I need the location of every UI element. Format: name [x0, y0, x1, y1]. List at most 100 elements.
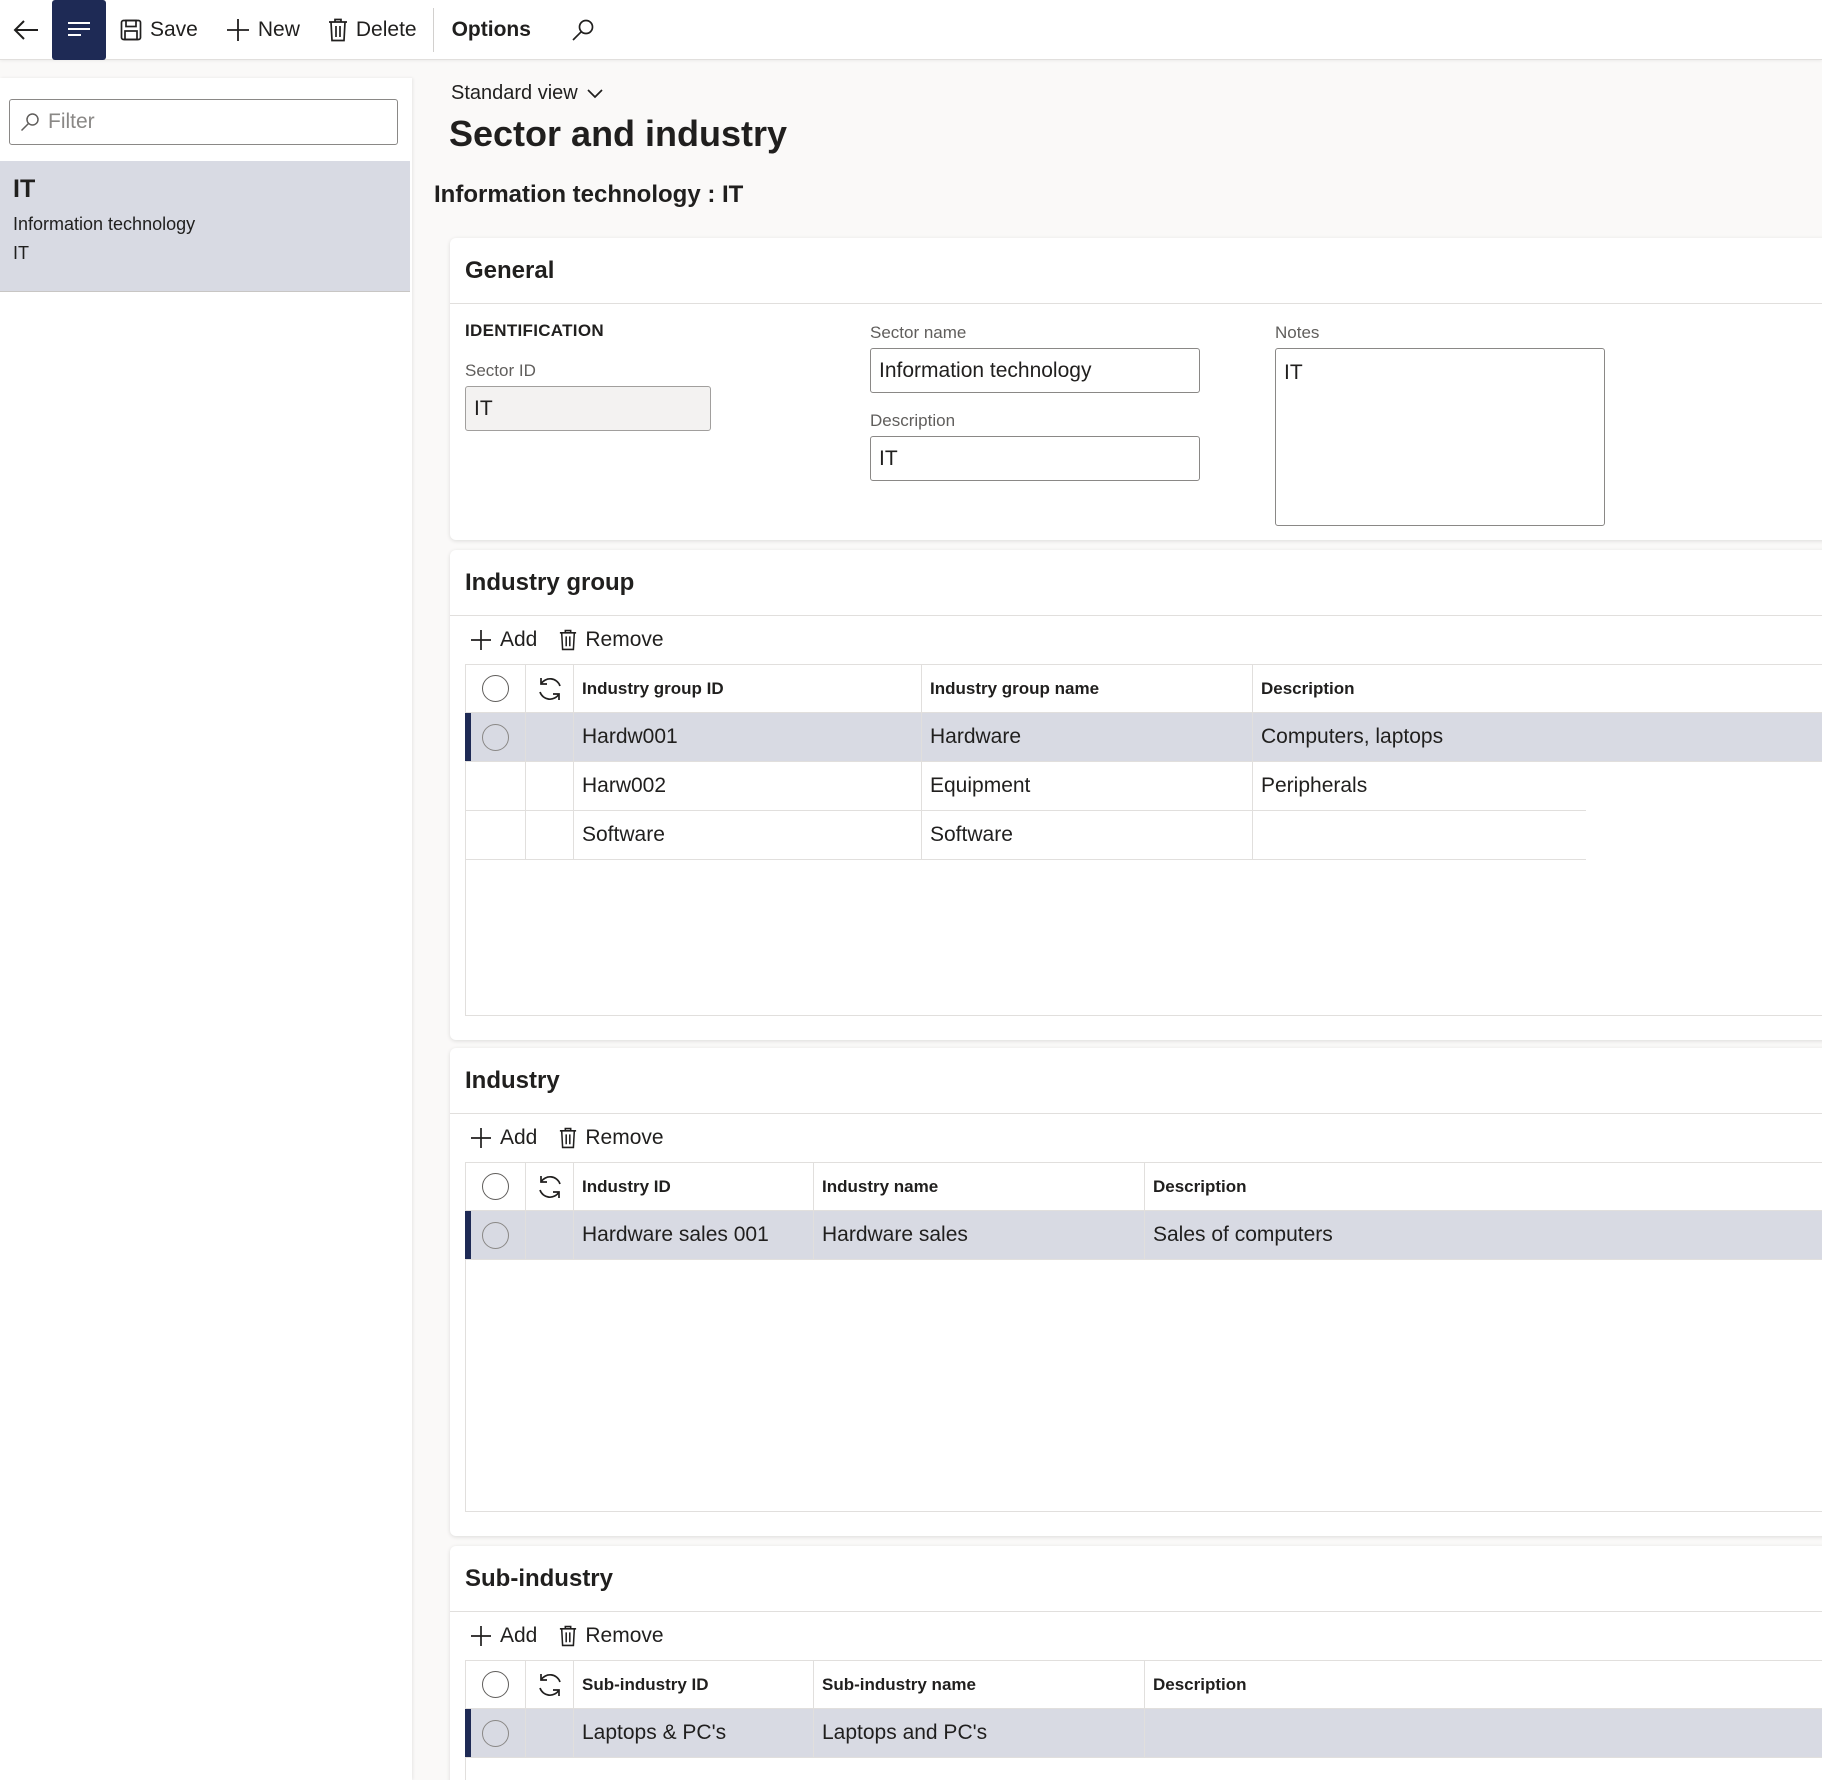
identification-heading: IDENTIFICATION [465, 321, 604, 340]
remove-industry-group-button[interactable]: Remove [559, 628, 664, 652]
description-cell[interactable]: Sales of computers [1145, 1211, 1822, 1259]
table-row[interactable]: Laptops & PC's Laptops and PC's [465, 1709, 1822, 1758]
new-button[interactable]: New [212, 0, 314, 60]
column-header-sub-industry-id[interactable]: Sub-industry ID [574, 1661, 814, 1708]
description-cell[interactable]: Computers, laptops [1253, 713, 1822, 761]
column-header-industry-group-name[interactable]: Industry group name [922, 665, 1253, 712]
notes-field[interactable]: IT [1275, 348, 1605, 526]
column-header-industry-group-id[interactable]: Industry group ID [574, 665, 922, 712]
sector-name-value: Information technology [879, 358, 1092, 382]
page-title: Sector and industry [449, 113, 788, 154]
trash-icon [560, 629, 577, 651]
remove-sub-industry-button[interactable]: Remove [559, 1624, 664, 1648]
refresh-button[interactable] [526, 665, 574, 712]
sub-industry-title: Sub-industry [465, 1564, 613, 1592]
industry-group-grid: Industry group ID Industry group name De… [465, 664, 1822, 1016]
table-row[interactable]: Hardware sales 001 Hardware sales Sales … [465, 1211, 1822, 1260]
industry-name-cell[interactable]: Hardware sales [814, 1211, 1145, 1259]
industry-group-name-cell[interactable]: Software [922, 811, 1253, 859]
sector-name-label: Sector name [870, 323, 967, 342]
sub-industry-id-cell[interactable]: Laptops & PC's [574, 1709, 814, 1757]
row-select-checkbox[interactable] [466, 713, 526, 761]
notes-value: IT [1284, 361, 1303, 384]
refresh-button[interactable] [526, 1661, 574, 1708]
add-industry-button[interactable]: Add [470, 1126, 537, 1150]
refresh-icon [538, 677, 561, 700]
save-label: Save [150, 17, 198, 41]
refresh-button[interactable] [526, 1163, 574, 1210]
industry-group-id-cell[interactable]: Hardw001 [574, 713, 922, 761]
industry-group-title: Industry group [465, 568, 635, 596]
row-spacer [526, 811, 574, 859]
description-label: Description [870, 411, 956, 430]
sector-name-field[interactable]: Information technology [870, 348, 1200, 393]
row-select-checkbox[interactable] [466, 762, 526, 810]
search-button[interactable] [547, 0, 619, 60]
table-row[interactable]: Harw002 Equipment Peripherals [466, 762, 1586, 811]
description-cell[interactable] [1253, 811, 1583, 859]
list-item-description: IT [13, 243, 29, 263]
options-tab[interactable]: Options [436, 0, 547, 60]
industry-fasttab: Industry Add Remove Industry ID Industry… [450, 1048, 1822, 1536]
description-cell[interactable]: Peripherals [1253, 762, 1583, 810]
grid-header-row: Sub-industry ID Sub-industry name Descri… [466, 1661, 1822, 1709]
sector-id-field[interactable]: IT [465, 386, 711, 431]
row-select-checkbox[interactable] [466, 811, 526, 859]
save-button[interactable]: Save [106, 0, 212, 60]
column-header-description[interactable]: Description [1145, 1163, 1822, 1210]
new-label: New [257, 17, 300, 41]
row-select-checkbox[interactable] [466, 1211, 526, 1259]
sub-industry-header[interactable]: Sub-industry [450, 1546, 1822, 1612]
row-select-checkbox[interactable] [466, 1709, 526, 1757]
remove-industry-button[interactable]: Remove [559, 1126, 664, 1150]
add-label: Add [500, 1624, 538, 1647]
column-header-industry-name[interactable]: Industry name [814, 1163, 1145, 1210]
column-header-sub-industry-name[interactable]: Sub-industry name [814, 1661, 1145, 1708]
industry-group-header[interactable]: Industry group [450, 550, 1822, 616]
industry-group-name-cell[interactable]: Hardware [922, 713, 1253, 761]
industry-id-cell[interactable]: Hardware sales 001 [574, 1211, 814, 1259]
select-all-checkbox[interactable] [466, 1163, 526, 1210]
sub-industry-name-cell[interactable]: Laptops and PC's [814, 1709, 1145, 1757]
industry-group-id-cell[interactable]: Software [574, 811, 922, 859]
filter-input[interactable] [48, 110, 378, 134]
menu-lines-icon [68, 21, 90, 36]
sector-id-value: IT [474, 396, 493, 420]
industry-group-name-cell[interactable]: Equipment [922, 762, 1253, 810]
add-sub-industry-button[interactable]: Add [470, 1624, 537, 1648]
back-button[interactable] [0, 0, 52, 60]
menu-button[interactable] [52, 0, 106, 60]
add-industry-group-button[interactable]: Add [470, 628, 537, 652]
trash-icon [560, 1127, 577, 1149]
table-row[interactable]: Software Software [466, 811, 1586, 860]
row-spacer [526, 1211, 574, 1259]
general-fasttab: General IDENTIFICATION Sector ID IT Sect… [450, 238, 1822, 540]
circle-icon [482, 1221, 509, 1249]
circle-icon [482, 675, 509, 702]
industry-header[interactable]: Industry [450, 1048, 1822, 1114]
chevron-down-icon [587, 88, 603, 98]
add-label: Add [500, 628, 538, 651]
plus-icon [471, 1626, 491, 1646]
plus-icon [471, 1128, 491, 1148]
column-header-description[interactable]: Description [1145, 1661, 1822, 1708]
search-icon [20, 113, 39, 132]
sub-industry-grid: Sub-industry ID Sub-industry name Descri… [465, 1660, 1822, 1780]
column-header-description[interactable]: Description [1253, 665, 1822, 712]
notes-label: Notes [1275, 323, 1320, 342]
list-item-title: IT [13, 175, 36, 203]
refresh-icon [538, 1673, 561, 1696]
table-row[interactable]: Hardw001 Hardware Computers, laptops [465, 713, 1822, 762]
select-all-checkbox[interactable] [466, 1661, 526, 1708]
general-header[interactable]: General [450, 238, 1822, 304]
industry-group-id-cell[interactable]: Harw002 [574, 762, 922, 810]
description-cell[interactable] [1145, 1709, 1822, 1757]
description-field[interactable]: IT [870, 436, 1200, 481]
sub-industry-fasttab: Sub-industry Add Remove Sub-industry ID … [450, 1546, 1822, 1780]
filter-box[interactable] [9, 99, 398, 145]
select-all-checkbox[interactable] [466, 665, 526, 712]
list-item[interactable]: IT Information technology IT [0, 161, 410, 292]
column-header-industry-id[interactable]: Industry ID [574, 1163, 814, 1210]
delete-button[interactable]: Delete [314, 0, 431, 60]
view-selector[interactable]: Standard view [451, 82, 604, 105]
